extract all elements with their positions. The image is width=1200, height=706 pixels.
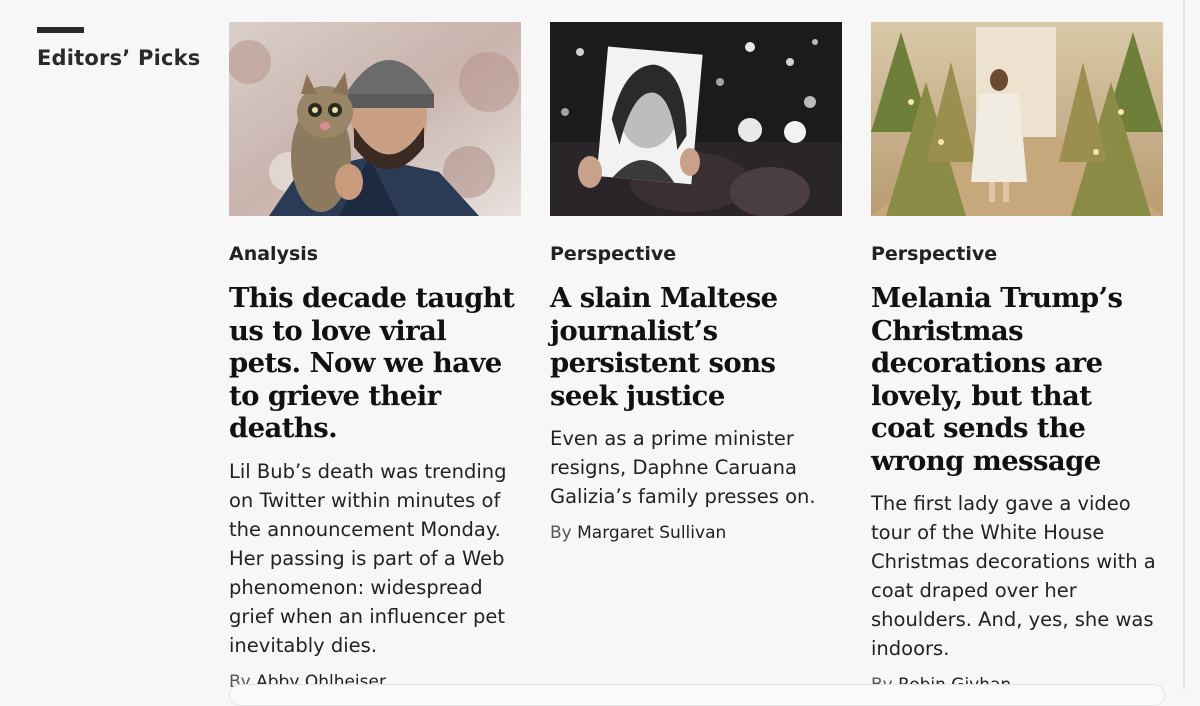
story-headline[interactable]: Melania Trump’s Christmas decorations ar… xyxy=(871,282,1163,477)
page-edge-divider xyxy=(1183,0,1185,690)
story-byline: By Margaret Sullivan xyxy=(550,522,842,544)
story-kicker: Perspective xyxy=(871,243,998,265)
protest-photo-illustration xyxy=(550,22,842,216)
story-image-protest[interactable] xyxy=(550,22,842,216)
author-link[interactable]: Margaret Sullivan xyxy=(577,523,726,543)
story-image-cat[interactable] xyxy=(229,22,521,216)
section-title: Editors’ Picks xyxy=(37,46,201,70)
christmas-photo-illustration xyxy=(871,22,1163,216)
story-card-melania: Perspective Melania Trump’s Christmas de… xyxy=(871,22,1163,696)
story-headline[interactable]: A slain Maltese journalist’s persistent … xyxy=(550,282,842,412)
section-rule xyxy=(37,27,84,33)
story-blurb: Even as a prime minister resigns, Daphne… xyxy=(550,427,816,508)
cat-photo-illustration xyxy=(229,22,521,216)
story-card-pets: Analysis This decade taught us to love v… xyxy=(229,22,521,693)
story-blurb: Lil Bub’s death was trending on Twitter … xyxy=(229,459,507,657)
byline-prefix: By xyxy=(550,523,572,543)
story-blurb: The first lady gave a video tour of the … xyxy=(871,492,1156,660)
story-kicker: Analysis xyxy=(229,243,319,265)
story-card-malta: Perspective A slain Maltese journalist’s… xyxy=(550,22,842,544)
story-image-christmas[interactable] xyxy=(871,22,1163,216)
next-section-card xyxy=(229,684,1165,706)
story-kicker: Perspective xyxy=(550,243,677,265)
story-headline[interactable]: This decade taught us to love viral pets… xyxy=(229,282,521,445)
